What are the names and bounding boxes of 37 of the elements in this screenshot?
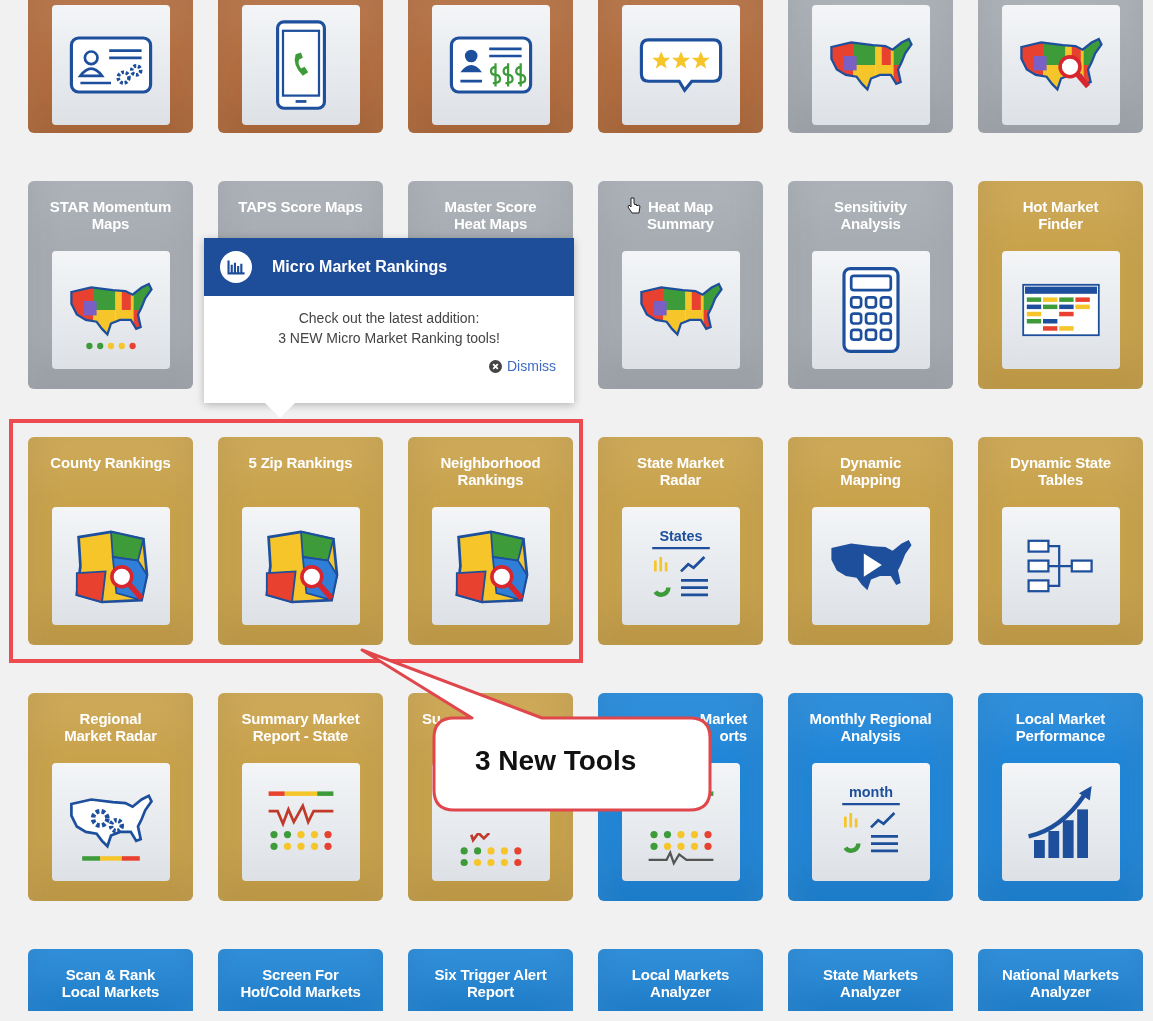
bar-chart-icon bbox=[220, 251, 252, 283]
tool-tile[interactable] bbox=[788, 0, 953, 133]
tool-tile[interactable]: Summary Market Report - State bbox=[218, 693, 383, 901]
tool-tile[interactable] bbox=[218, 0, 383, 133]
tool-tile[interactable] bbox=[28, 0, 193, 133]
tool-tile[interactable]: Neighborhood Rankings bbox=[408, 437, 573, 645]
tool-tile[interactable] bbox=[978, 0, 1143, 133]
tool-tile[interactable]: Dynamic Mapping bbox=[788, 437, 953, 645]
tool-tile[interactable]: Six Trigger Alert Report bbox=[408, 949, 573, 1011]
tool-tile[interactable]: Monthly Regional Analysis month bbox=[788, 693, 953, 901]
tool-tile[interactable]: State Markets Analyzer bbox=[788, 949, 953, 1011]
dismiss-link[interactable]: Dismiss bbox=[489, 358, 556, 374]
tool-tile[interactable] bbox=[408, 0, 573, 133]
tool-tile[interactable]: Hot Market Finder bbox=[978, 181, 1143, 389]
close-circle-icon bbox=[489, 359, 502, 373]
tool-tile[interactable]: Regional Market Radar bbox=[28, 693, 193, 901]
tool-tile[interactable]: Local Market Performance bbox=[978, 693, 1143, 901]
icon-caption: month bbox=[848, 783, 893, 800]
tool-tile[interactable]: National Markets Analyzer bbox=[978, 949, 1143, 1011]
report-chart-icon bbox=[841, 802, 900, 854]
tool-tile[interactable]: Scan & Rank Local Markets bbox=[28, 949, 193, 1011]
icon-caption: States bbox=[658, 527, 703, 544]
tool-tile[interactable]: STAR Momentum Maps bbox=[28, 181, 193, 389]
tool-tile[interactable]: Dynamic State Tables bbox=[978, 437, 1143, 645]
popup-message: Check out the latest addition: 3 NEW Micro Market Ranking tools! bbox=[277, 309, 501, 348]
tool-tile[interactable]: Screen For Hot/Cold Markets bbox=[218, 949, 383, 1011]
tool-tile[interactable] bbox=[598, 0, 763, 133]
pointer-cursor-icon bbox=[627, 197, 641, 215]
callout-text: 3 New Tools bbox=[475, 745, 637, 777]
tool-tile[interactable]: Heat Map Summary bbox=[598, 181, 763, 389]
tool-tile[interactable]: State Market Radar States bbox=[598, 437, 763, 645]
report-chart-icon bbox=[651, 546, 710, 598]
popup-title: Micro Market Rankings bbox=[272, 258, 448, 276]
tool-tile[interactable]: County Rankings bbox=[28, 437, 193, 645]
tool-tile[interactable]: 5 Zip Rankings bbox=[218, 437, 383, 645]
tool-tile[interactable]: Sensitivity Analysis bbox=[788, 181, 953, 389]
tool-tile[interactable]: Local Markets Analyzer bbox=[598, 949, 763, 1011]
